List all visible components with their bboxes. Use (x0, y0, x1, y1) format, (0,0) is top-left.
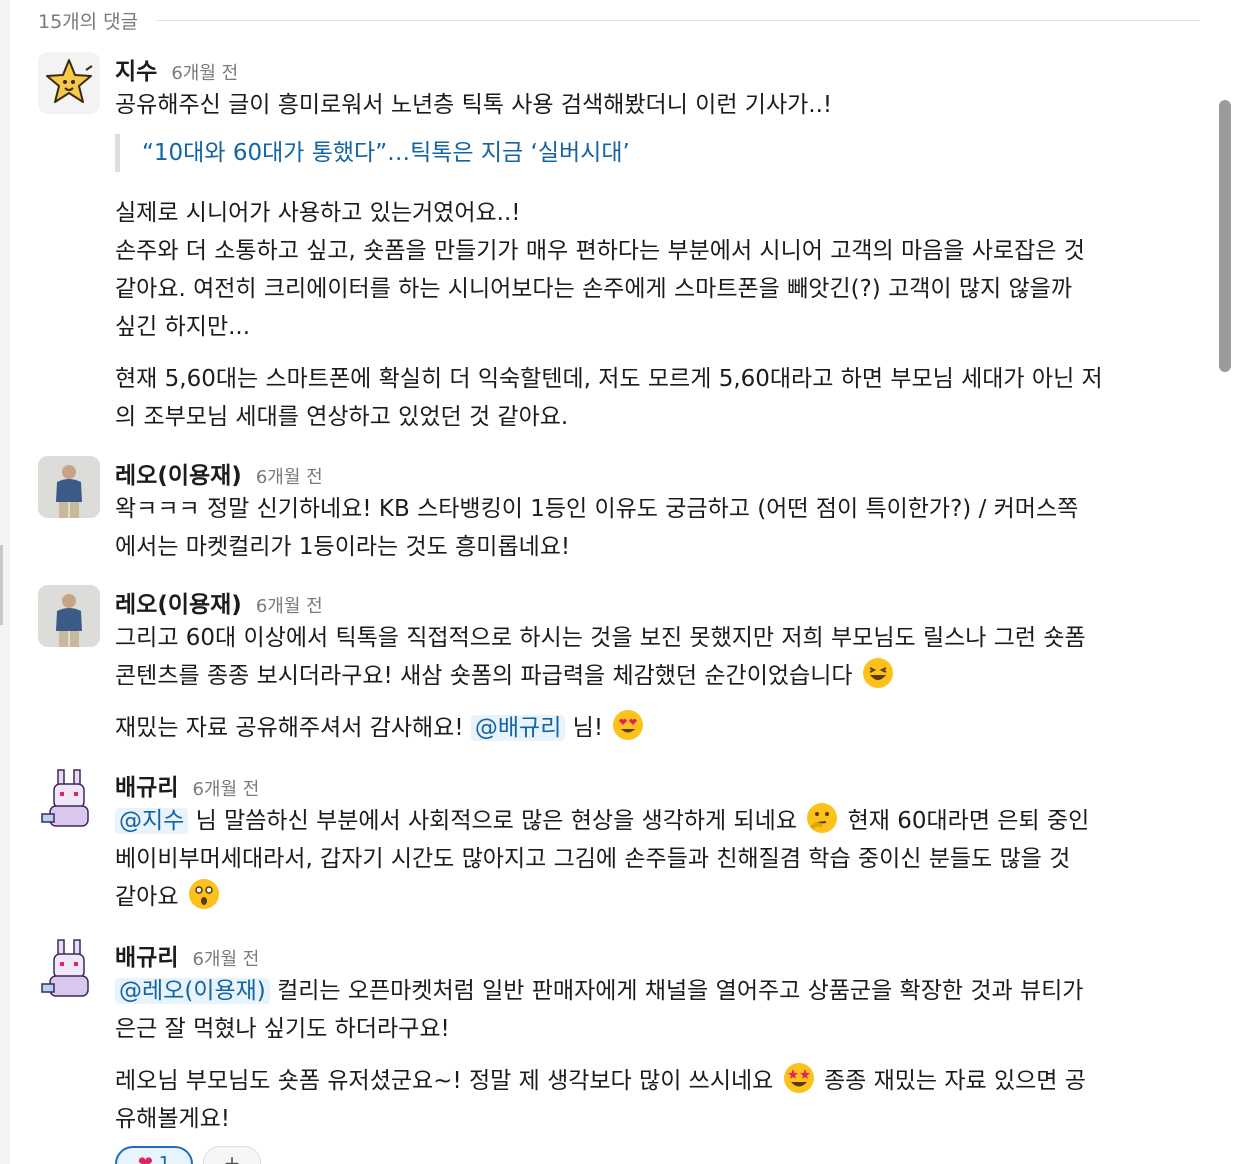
author-name[interactable]: 배규리 (115, 938, 178, 972)
panel-resize-handle[interactable] (0, 545, 3, 625)
comment-text: 현재 5,60대는 스마트폰에 확실히 더 익숙할텐데, 저도 모르게 5,60… (115, 366, 1103, 392)
header-divider (156, 19, 1200, 21)
astonished-emoji (188, 879, 219, 909)
comment-time: 6개월 전 (255, 467, 323, 488)
reaction-bar: ❤ 1 + (115, 1146, 271, 1164)
comment-time: 6개월 전 (255, 596, 323, 617)
comment-text: 현재 60대라면 은퇴 중인 (847, 808, 1090, 834)
comment-text: 에서는 마켓컬리가 1등이라는 것도 흥미롭네요! (115, 534, 571, 560)
comment-text: 은근 잘 먹혔나 싶기도 하더라구요! (115, 1016, 450, 1042)
comment-text-line: 레오님 부모님도 숏폼 유저셨군요~! 정말 제 생각보다 많이 쓰시네요 종종… (115, 1062, 1207, 1100)
heart-icon: ❤ (137, 1153, 153, 1164)
comment-text: 같아요 (115, 884, 179, 910)
bunny-pixel-icon[interactable] (38, 938, 100, 1000)
comment-text: 종종 재밌는 자료 있으면 공 (823, 1068, 1086, 1094)
comment-text: 공유해주신 글이 흥미로워서 노년층 틱톡 사용 검색해봤더니 이런 기사가..… (115, 92, 833, 118)
user-mention[interactable]: @배규리 (470, 715, 566, 741)
comment-text-line: 재밌는 자료 공유해주셔서 감사해요! @배규리 님! (115, 709, 1207, 747)
author-name[interactable]: 레오(이용재) (115, 585, 242, 619)
comment-text: 싶긴 하지만... (115, 314, 251, 340)
user-mention[interactable]: @지수 (115, 808, 189, 834)
article-link[interactable]: “10대와 60대가 통했다”…틱톡은 지금 ‘실버시대’ (115, 134, 1207, 172)
comment-thread-page: 15개의 댓글 지수 6개월 전 공유해주신 글이 흥미로워서 노년층 틱톡 사… (0, 0, 1240, 1164)
comment-text: 의 조부모님 세대를 연상하고 있었던 것 같아요. (115, 404, 569, 430)
add-reaction-button[interactable]: + (203, 1146, 261, 1164)
heart-eyes-emoji (613, 710, 644, 740)
star-struck-emoji (783, 1063, 814, 1093)
person-photo-icon[interactable] (38, 456, 100, 518)
comment-text: 님! (572, 715, 604, 741)
comment-text: 그리고 60대 이상에서 틱톡을 직접적으로 하시는 것을 보진 못했지만 저희… (115, 625, 1086, 651)
author-name[interactable]: 배규리 (115, 768, 178, 802)
reaction-count: 1 (158, 1153, 171, 1164)
comment-text-line: 콘텐츠를 종종 보시더라구요! 새삼 숏폼의 파급력을 체감했던 순간이었습니다 (115, 657, 1207, 695)
thinking-emoji (807, 803, 838, 833)
comment-text: 님 말씀하신 부분에서 사회적으로 많은 현상을 생각하게 되네요 (195, 808, 797, 834)
comment-time: 6개월 전 (192, 779, 260, 800)
comment-time: 6개월 전 (171, 63, 239, 84)
comment-text: 같아요. 여전히 크리에이터를 하는 시니어보다는 손주에게 스마트폰을 빼앗긴… (115, 276, 1072, 302)
comment-text-line: @레오(이용재) 컬리는 오픈마켓처럼 일반 판매자에게 채널을 열어주고 상품… (115, 972, 1207, 1010)
comment-text: 유해볼게요! (115, 1106, 231, 1132)
author-name[interactable]: 레오(이용재) (115, 456, 242, 490)
user-mention[interactable]: @레오(이용재) (115, 978, 270, 1004)
comment-count: 15개의 댓글 (38, 10, 139, 33)
heart-reaction-button[interactable]: ❤ 1 (115, 1146, 193, 1164)
scrollbar-thumb[interactable] (1219, 100, 1231, 372)
comment-text: 손주와 더 소통하고 싶고, 숏폼을 만들기가 매우 편하다는 부분에서 시니어… (115, 238, 1085, 264)
comment-text: 레오님 부모님도 숏폼 유저셨군요~! 정말 제 생각보다 많이 쓰시네요 (115, 1068, 774, 1094)
comment-text: 컬리는 오픈마켓처럼 일반 판매자에게 채널을 열어주고 상품군을 확장한 것과… (277, 978, 1084, 1004)
comment-text: 콘텐츠를 종종 보시더라구요! 새삼 숏폼의 파급력을 체감했던 순간이었습니다 (115, 663, 853, 689)
comment-text-line: 같아요 (115, 878, 1207, 916)
star-character-icon[interactable] (38, 52, 100, 114)
comment-time: 6개월 전 (192, 949, 260, 970)
comment-text: 재밌는 자료 공유해주셔서 감사해요! (115, 715, 464, 741)
comment-text: 왁ㅋㅋㅋ 정말 신기하네요! KB 스타뱅킹이 1등인 이유도 궁금하고 (어떤… (115, 496, 1079, 522)
person-photo-icon[interactable] (38, 585, 100, 647)
laughing-emoji (862, 658, 893, 688)
comment-text: 실제로 시니어가 사용하고 있는거였어요..! (115, 200, 521, 226)
author-name[interactable]: 지수 (115, 52, 157, 86)
add-reaction-icon: + (223, 1151, 241, 1164)
bunny-pixel-icon[interactable] (38, 768, 100, 830)
comments-header: 15개의 댓글 (38, 6, 1200, 34)
comment-text: 베이비부머세대라서, 갑자기 시간도 많아지고 그김에 손주들과 친해질겸 학습… (115, 846, 1071, 872)
comment-text-line: @지수 님 말씀하신 부분에서 사회적으로 많은 현상을 생각하게 되네요 현재… (115, 802, 1207, 840)
